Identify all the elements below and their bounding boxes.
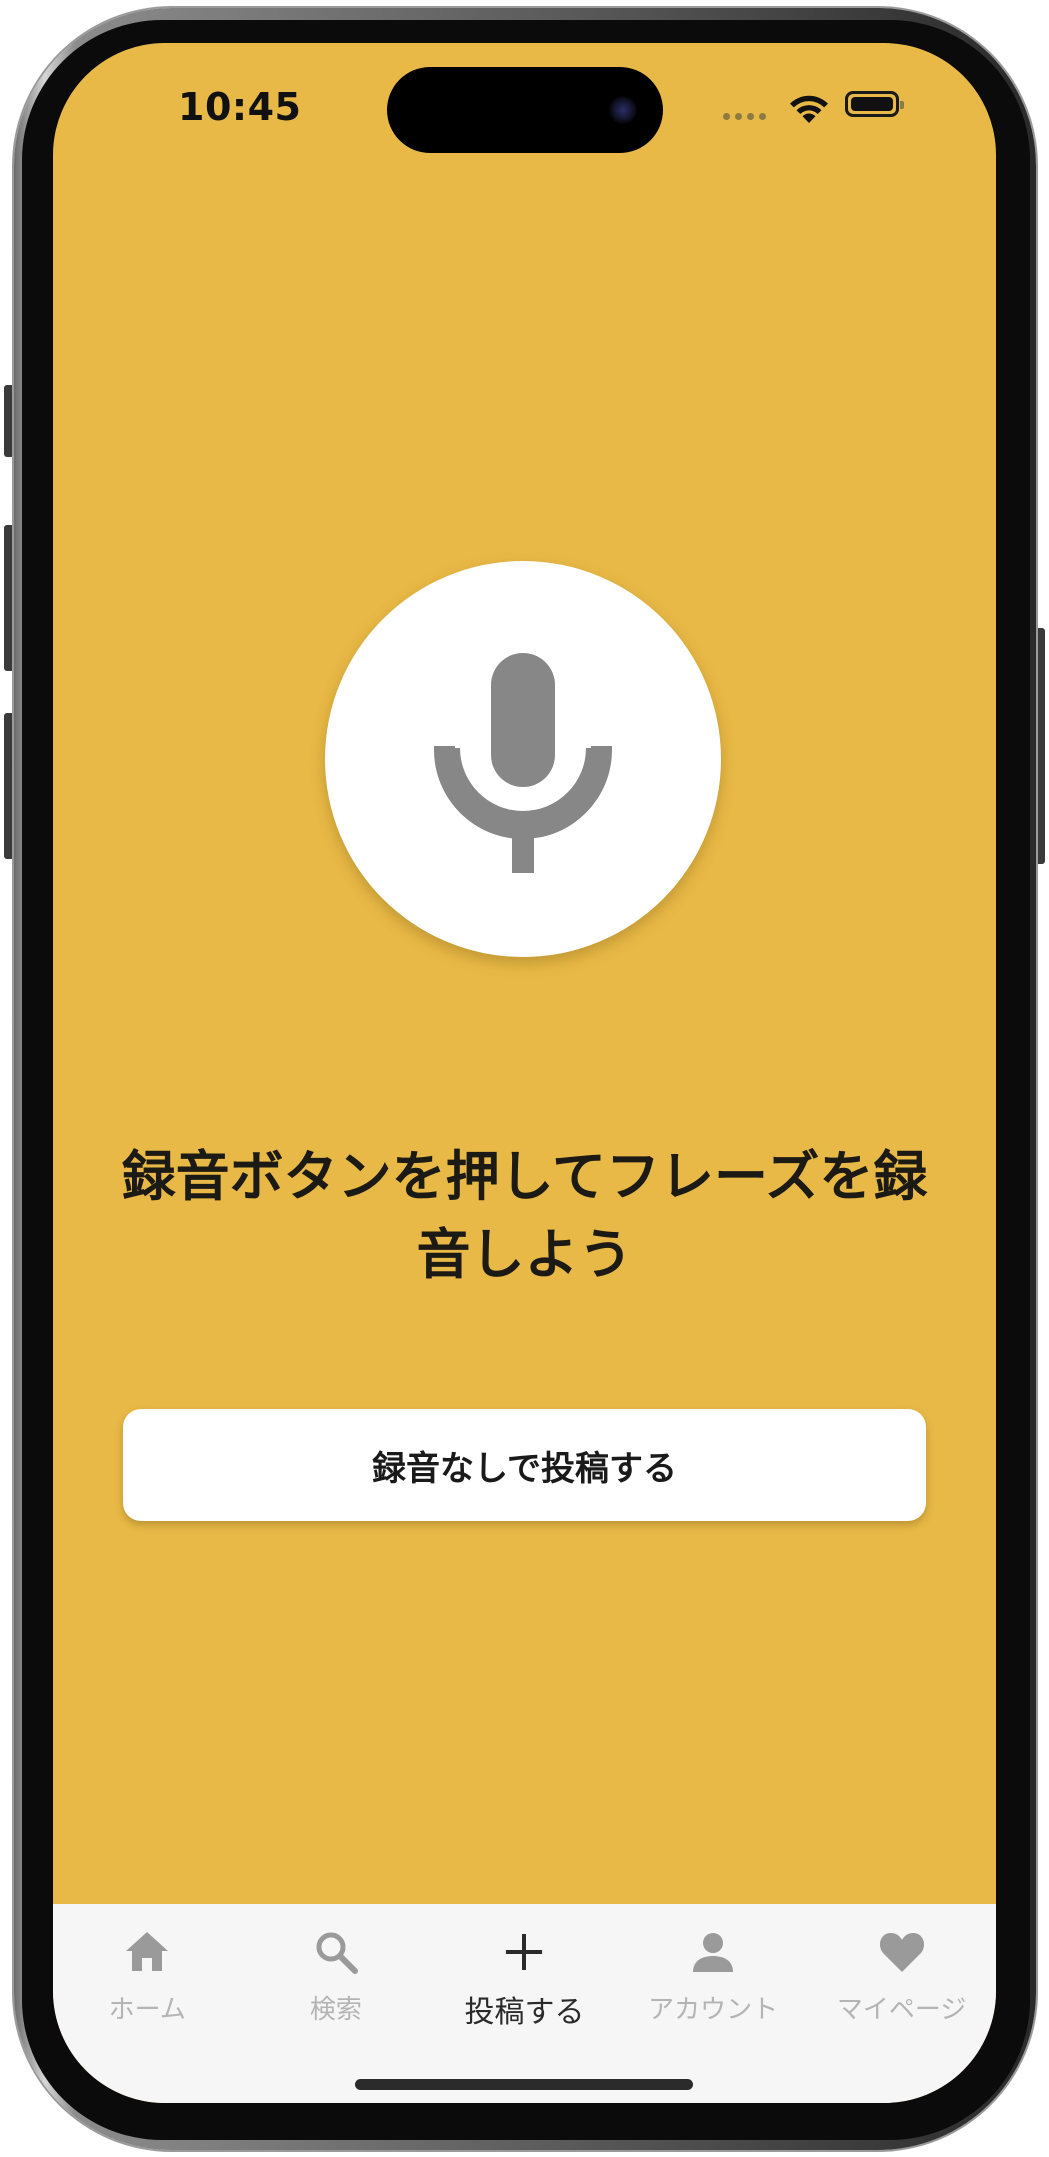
volume-up-button <box>4 525 14 671</box>
tab-post[interactable]: 投稿する <box>430 1904 619 2103</box>
home-indicator[interactable] <box>355 2079 693 2090</box>
status-time: 10:45 <box>178 85 302 129</box>
home-icon <box>126 1932 169 1971</box>
tab-label: マイページ <box>836 1995 967 2025</box>
record-button[interactable] <box>325 561 721 957</box>
heart-icon <box>879 1933 924 1972</box>
tab-label: ホーム <box>108 1995 186 2025</box>
tab-label: 検索 <box>309 1995 362 2025</box>
wifi-icon <box>790 95 828 123</box>
microphone-icon <box>434 653 612 873</box>
post-without-recording-button[interactable]: 録音なしで投稿する <box>123 1409 926 1521</box>
dynamic-island <box>387 67 663 153</box>
tab-mypage[interactable]: マイページ <box>807 1904 996 2103</box>
tab-label: 投稿する <box>464 1995 585 2030</box>
tab-account[interactable]: アカウント <box>619 1904 808 2103</box>
cellular-signal-icon <box>723 113 766 120</box>
plus-icon <box>506 1934 543 1970</box>
battery-icon <box>845 91 904 117</box>
silent-switch <box>4 385 14 457</box>
front-camera-icon <box>609 96 637 124</box>
search-icon <box>316 1932 358 1974</box>
tab-bar: ホーム 検索 投稿する アカウント マイページ <box>53 1904 996 2103</box>
power-button <box>1035 628 1045 864</box>
tab-home[interactable]: ホーム <box>53 1904 242 2103</box>
person-icon <box>693 1933 734 1972</box>
volume-down-button <box>4 713 14 859</box>
tab-label: アカウント <box>648 1995 779 2025</box>
recording-instruction: 録音ボタンを押してフレーズを録音しよう <box>121 1145 928 1286</box>
tab-search[interactable]: 検索 <box>242 1904 431 2103</box>
screen: 10:45 録音ボタンを押してフレーズを録音しよう 録音なしで投稿する ホーム <box>53 43 996 2103</box>
